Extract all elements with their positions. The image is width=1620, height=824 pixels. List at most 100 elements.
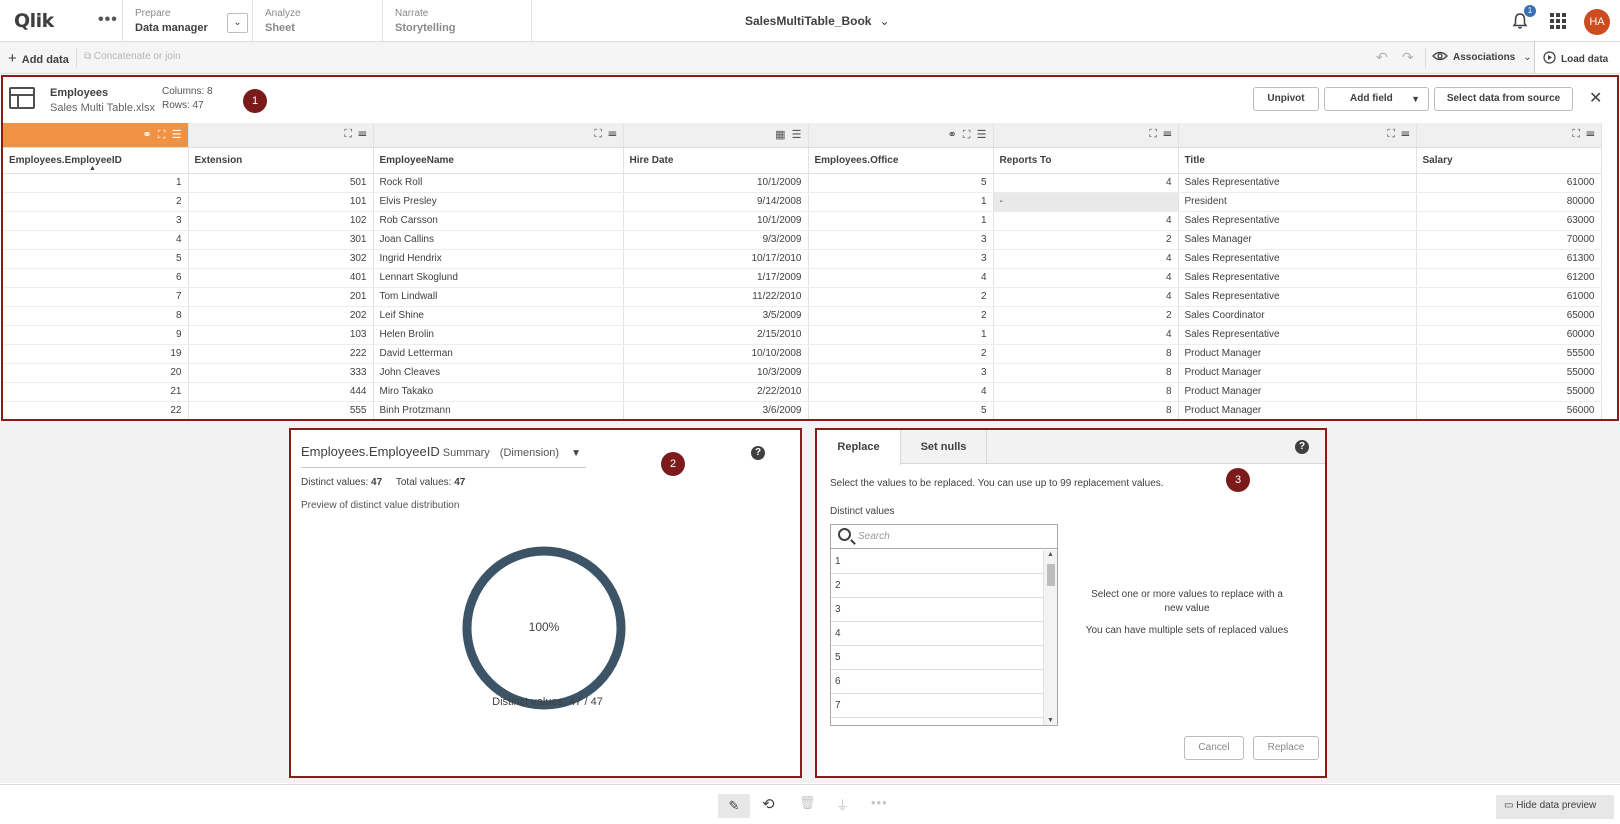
add-data-button[interactable]: + Add data [8,50,69,67]
scroll-up-icon[interactable]: ▲ [1047,551,1054,558]
table-cell[interactable]: 8 [993,401,1179,419]
table-cell[interactable]: 8 [993,363,1179,383]
table-cell[interactable]: 9/14/2008 [623,192,809,212]
table-cell[interactable]: Elvis Presley [373,192,624,212]
table-cell[interactable]: - [993,192,1179,212]
unpivot-button[interactable]: Unpivot [1253,87,1319,111]
table-cell[interactable]: 10/17/2010 [623,249,809,269]
menu-icon[interactable]: ☰ [1163,128,1171,140]
table-cell[interactable]: 2 [993,230,1179,250]
table-cell[interactable]: 302 [188,249,374,269]
field-tools-salary[interactable]: ⛶ ☰ [1416,123,1602,148]
table-cell[interactable]: Sales Representative [1178,325,1417,345]
menu-icon[interactable]: ☰ [358,128,366,140]
table-cell[interactable]: 56000 [1416,401,1602,419]
table-cell[interactable]: 201 [188,287,374,307]
list-item[interactable]: 1 [831,550,1043,574]
table-cell[interactable]: 4 [993,249,1179,269]
expand-icon[interactable]: ⛶ [1149,128,1157,140]
tab-replace[interactable]: Replace [817,430,901,465]
hide-data-preview-button[interactable]: ▭ Hide data preview [1496,795,1614,819]
associations-button[interactable]: Associations ⌄ [1432,51,1532,63]
column-header[interactable]: Employees.Office [808,147,994,174]
table-cell[interactable]: Sales Representative [1178,249,1417,269]
menu-icon[interactable]: ☰ [977,129,987,141]
table-cell[interactable]: Sales Coordinator [1178,306,1417,326]
table-cell[interactable]: Joan Callins [373,230,624,250]
table-cell[interactable]: 22 [3,401,189,419]
expand-icon[interactable]: ⛶ [158,129,166,141]
expand-icon[interactable]: ⛶ [594,128,602,140]
column-header[interactable]: Hire Date [623,147,809,174]
list-item[interactable]: 6 [831,670,1043,694]
list-item[interactable]: 2 [831,574,1043,598]
table-cell[interactable]: 3 [808,249,994,269]
table-cell[interactable]: President [1178,192,1417,212]
field-tools-title[interactable]: ⛶ ☰ [1178,123,1417,148]
table-cell[interactable]: 61000 [1416,287,1602,307]
calendar-icon[interactable]: ▦ [775,129,785,141]
table-cell[interactable]: 4 [993,287,1179,307]
table-cell[interactable]: 55500 [1416,344,1602,364]
column-header[interactable]: Salary [1416,147,1602,174]
table-cell[interactable]: 103 [188,325,374,345]
add-field-button[interactable]: Add field ▼ [1324,87,1429,111]
table-cell[interactable]: Sales Representative [1178,287,1417,307]
table-cell[interactable]: 61300 [1416,249,1602,269]
column-header[interactable]: Extension [188,147,374,174]
table-cell[interactable]: 21 [3,382,189,402]
table-cell[interactable]: 3/6/2009 [623,401,809,419]
table-cell[interactable]: 70000 [1416,230,1602,250]
table-cell[interactable]: 61000 [1416,173,1602,193]
nav-analyze[interactable]: Analyze Sheet [252,0,382,41]
expand-icon[interactable]: ⛶ [1572,128,1580,140]
table-cell[interactable]: 1/17/2009 [623,268,809,288]
table-cell[interactable]: 222 [188,344,374,364]
table-cell[interactable]: 9 [3,325,189,345]
table-cell[interactable]: John Cleaves [373,363,624,383]
table-cell[interactable]: 2 [808,306,994,326]
table-cell[interactable]: 2 [808,287,994,307]
table-cell[interactable]: 4 [3,230,189,250]
apps-grid-icon[interactable] [1550,13,1566,29]
replace-button[interactable]: Replace [1253,736,1319,760]
summary-header[interactable]: Employees.EmployeeID Summary (Dimension) ▼ [301,444,581,459]
scroll-down-icon[interactable]: ▼ [1047,717,1054,724]
table-cell[interactable]: 8 [993,382,1179,402]
link-icon[interactable]: ⚭ [142,129,151,141]
table-cell[interactable]: 80000 [1416,192,1602,212]
app-title[interactable]: SalesMultiTable_Book ⌄ [745,14,890,28]
table-cell[interactable]: 1 [808,211,994,231]
table-cell[interactable]: 4 [993,325,1179,345]
table-cell[interactable]: 1 [808,325,994,345]
filter-icon[interactable]: ⏚ [836,795,849,814]
menu-icon[interactable]: ☰ [608,128,616,140]
table-cell[interactable]: 20 [3,363,189,383]
table-cell[interactable]: 444 [188,382,374,402]
table-cell[interactable]: 55000 [1416,363,1602,383]
expand-icon[interactable]: ⛶ [344,128,352,140]
list-scrollbar[interactable]: ▲ ▼ [1043,550,1057,725]
table-cell[interactable]: Lennart Skoglund [373,268,624,288]
table-cell[interactable]: 10/3/2009 [623,363,809,383]
more-icon[interactable]: ••• [871,795,888,810]
table-cell[interactable]: Tom Lindwall [373,287,624,307]
table-cell[interactable]: 19 [3,344,189,364]
table-cell[interactable]: 9/3/2009 [623,230,809,250]
list-item[interactable]: 7 [831,694,1043,718]
table-cell[interactable]: 8 [993,344,1179,364]
tab-set-nulls[interactable]: Set nulls [901,430,987,464]
table-cell[interactable]: 10/10/2008 [623,344,809,364]
table-cell[interactable]: 2 [993,306,1179,326]
load-data-button[interactable]: Load data [1534,42,1620,73]
column-header[interactable]: Title [1178,147,1417,174]
scrollbar-thumb[interactable] [1047,564,1055,586]
prepare-dropdown-chevron-icon[interactable]: ⌄ [227,13,248,33]
refresh-icon[interactable]: ⟲ [762,795,775,813]
table-cell[interactable]: 4 [993,268,1179,288]
table-cell[interactable]: 10/1/2009 [623,173,809,193]
close-icon[interactable]: ✕ [1589,88,1602,108]
table-cell[interactable]: 3 [808,230,994,250]
expand-icon[interactable]: ⛶ [963,129,971,141]
table-cell[interactable]: 63000 [1416,211,1602,231]
